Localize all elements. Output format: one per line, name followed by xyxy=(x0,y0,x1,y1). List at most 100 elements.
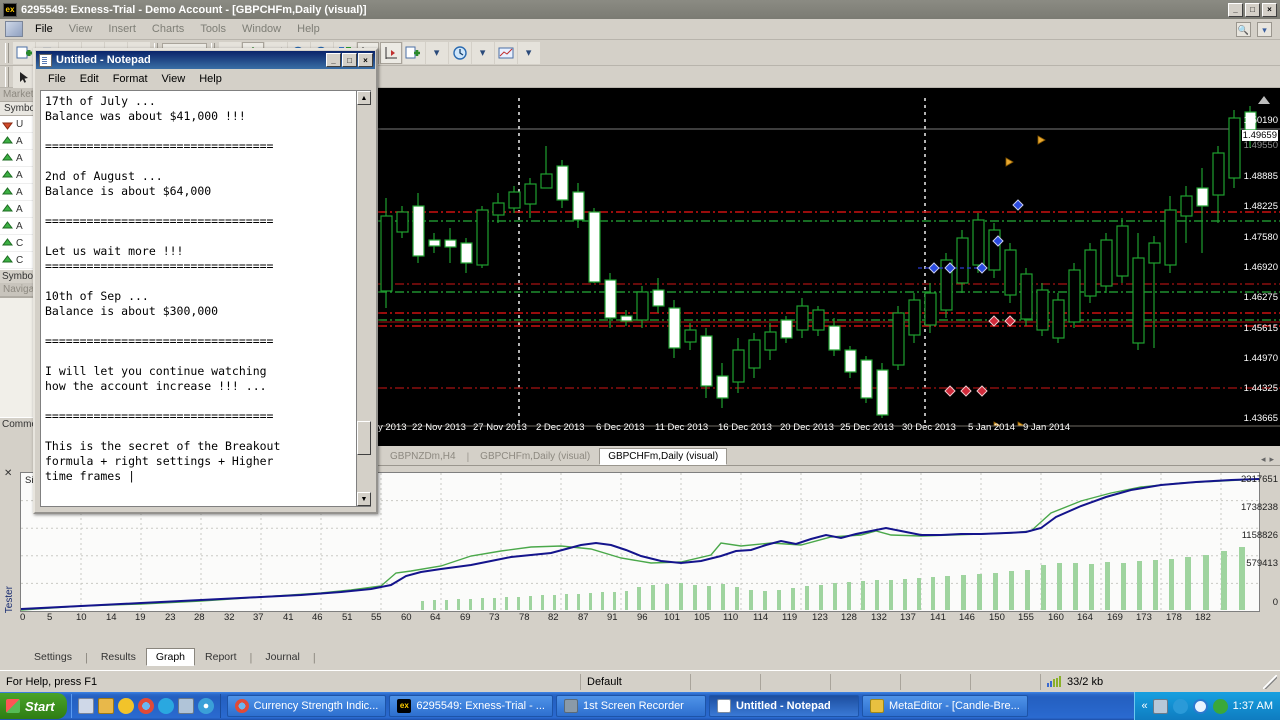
x-tick: 128 xyxy=(841,612,857,623)
list-item[interactable]: A xyxy=(0,150,34,167)
recorder-icon xyxy=(563,699,578,713)
list-item[interactable]: A xyxy=(0,133,34,150)
notepad-menu-format[interactable]: Format xyxy=(106,72,155,86)
task-button[interactable]: Currency Strength Indic... xyxy=(226,695,387,717)
notepad-maximize-button[interactable]: □ xyxy=(342,53,357,67)
chevron-down-icon-indicators[interactable]: ▾ xyxy=(425,41,448,64)
mt4-window-buttons[interactable]: _ □ × xyxy=(1228,2,1277,17)
toolbar-grip[interactable] xyxy=(5,42,9,63)
list-item[interactable]: C xyxy=(0,252,34,269)
list-item[interactable]: A xyxy=(0,201,34,218)
task-button[interactable]: MetaEditor - [Candle-Bre... xyxy=(861,695,1028,717)
scrollbar-thumb[interactable] xyxy=(357,421,371,455)
task-button[interactable]: ex 6295549: Exness-Trial - ... xyxy=(389,695,553,717)
chrome-icon[interactable] xyxy=(137,698,154,714)
notepad-menu-help[interactable]: Help xyxy=(192,72,229,86)
smiley-icon[interactable] xyxy=(117,698,134,714)
indicators-icon[interactable] xyxy=(402,41,425,64)
folder-icon[interactable] xyxy=(97,698,114,714)
menu-tools[interactable]: Tools xyxy=(192,21,234,37)
menu-view[interactable]: View xyxy=(61,21,101,37)
x-tick: 55 xyxy=(371,612,382,623)
price-tick: 1.44970 xyxy=(1243,353,1278,364)
notepad-body[interactable]: 17th of July ... Balance was about $41,0… xyxy=(40,90,371,507)
notepad-minimize-button[interactable]: _ xyxy=(326,53,341,67)
quick-launch-bar[interactable] xyxy=(70,694,221,718)
search-icon[interactable]: 🔍 xyxy=(1236,21,1251,37)
chevron-right-icon[interactable]: ▸ xyxy=(1269,454,1274,465)
mt4-close-button[interactable]: × xyxy=(1262,2,1277,17)
task-button-active[interactable]: Untitled - Notepad xyxy=(708,695,859,717)
menu-insert[interactable]: Insert xyxy=(100,21,144,37)
chart-tab-scroll[interactable]: ◂ ▸ xyxy=(1261,454,1280,465)
notepad-window-buttons[interactable]: _ □ × xyxy=(326,53,373,67)
tab-graph[interactable]: Graph xyxy=(145,648,196,666)
start-button[interactable]: Start xyxy=(0,693,67,719)
task-button[interactable]: 1st Screen Recorder xyxy=(555,695,706,717)
price-tick: 1.44325 xyxy=(1243,383,1278,394)
chevron-down-icon-period[interactable]: ▾ xyxy=(471,41,494,64)
notepad-scrollbar[interactable]: ▲ ▼ xyxy=(356,91,371,506)
tab-common[interactable]: Common xyxy=(0,417,43,431)
notepad-menu-view[interactable]: View xyxy=(155,72,193,86)
notepad-title-bar[interactable]: Untitled - Notepad _ □ × xyxy=(36,51,375,69)
new-chart-icon[interactable] xyxy=(13,41,35,64)
tray-display-icon[interactable] xyxy=(1152,698,1168,714)
chart-tab-gbpnzd[interactable]: GBPNZDm,H4 xyxy=(381,448,465,465)
notepad-close-button[interactable]: × xyxy=(358,53,373,67)
tray-network-icon[interactable] xyxy=(1172,698,1188,714)
tab-report[interactable]: Report xyxy=(195,648,247,666)
chevron-down-icon-templates[interactable]: ▾ xyxy=(517,41,540,64)
tray-shield-icon[interactable] xyxy=(1212,698,1228,714)
templates-icon[interactable] xyxy=(494,41,517,64)
auto-scroll-icon[interactable] xyxy=(379,41,402,64)
menu-help[interactable]: Help xyxy=(289,21,328,37)
tab-results[interactable]: Results xyxy=(91,648,146,666)
chevron-down-icon[interactable]: ▾ xyxy=(1257,21,1272,37)
tray-expand-icon[interactable]: « xyxy=(1142,700,1148,712)
mt4-minimize-button[interactable]: _ xyxy=(1228,2,1243,17)
timeframe-grip[interactable] xyxy=(5,66,9,87)
chevron-left-icon[interactable]: ◂ xyxy=(1261,454,1266,465)
symbol-label: A xyxy=(16,186,23,198)
x-tick: 101 xyxy=(664,612,680,623)
tab-symbols[interactable]: Symbols xyxy=(0,269,40,283)
price-chart-window[interactable]: 49898 1.50241 1.49640 1.49659 xyxy=(377,88,1280,446)
market-watch-list[interactable]: U A A A A A A C C xyxy=(0,116,34,269)
signal-bars-icon xyxy=(1047,676,1061,687)
notepad-textarea[interactable]: 17th of July ... Balance was about $41,0… xyxy=(41,91,356,506)
scroll-up-icon[interactable]: ▲ xyxy=(357,91,371,105)
y-tick: 2317651 xyxy=(1241,474,1278,485)
show-desktop-icon[interactable] xyxy=(77,698,94,714)
chart-tab-gbpchf-2[interactable]: GBPCHFm,Daily (visual) xyxy=(599,448,728,465)
notepad-menu-edit[interactable]: Edit xyxy=(73,72,106,86)
navigator-panel[interactable] xyxy=(0,297,34,417)
scroll-down-icon[interactable]: ▼ xyxy=(357,492,371,506)
x-tick: 19 xyxy=(135,612,146,623)
list-item[interactable]: U xyxy=(0,116,34,133)
menu-file[interactable]: File xyxy=(27,21,61,37)
tab-settings[interactable]: Settings xyxy=(24,648,82,666)
list-item[interactable]: A xyxy=(0,184,34,201)
notepad-menu-file[interactable]: File xyxy=(41,72,73,86)
tray-ie-icon[interactable] xyxy=(1192,698,1208,714)
cursor-icon[interactable] xyxy=(13,65,35,88)
chart-tab-gbpchf-1[interactable]: GBPCHFm,Daily (visual) xyxy=(471,448,599,465)
notepad-window[interactable]: Untitled - Notepad _ □ × File Edit Forma… xyxy=(33,48,378,514)
close-icon[interactable]: ✕ xyxy=(4,468,12,479)
clock-label[interactable]: 1:37 AM xyxy=(1233,700,1273,712)
status-cell-4 xyxy=(900,673,970,690)
list-item[interactable]: A xyxy=(0,218,34,235)
list-item[interactable]: C xyxy=(0,235,34,252)
tab-journal[interactable]: Journal xyxy=(255,648,309,666)
media-icon[interactable] xyxy=(197,698,214,714)
x-tick: 73 xyxy=(489,612,500,623)
skype-icon[interactable] xyxy=(157,698,174,714)
mt4-maximize-button[interactable]: □ xyxy=(1245,2,1260,17)
resize-grip[interactable] xyxy=(1263,674,1277,689)
list-item[interactable]: A xyxy=(0,167,34,184)
menu-window[interactable]: Window xyxy=(234,21,289,37)
period-clock-icon[interactable] xyxy=(448,41,471,64)
utility-icon[interactable] xyxy=(177,698,194,714)
menu-charts[interactable]: Charts xyxy=(144,21,192,37)
